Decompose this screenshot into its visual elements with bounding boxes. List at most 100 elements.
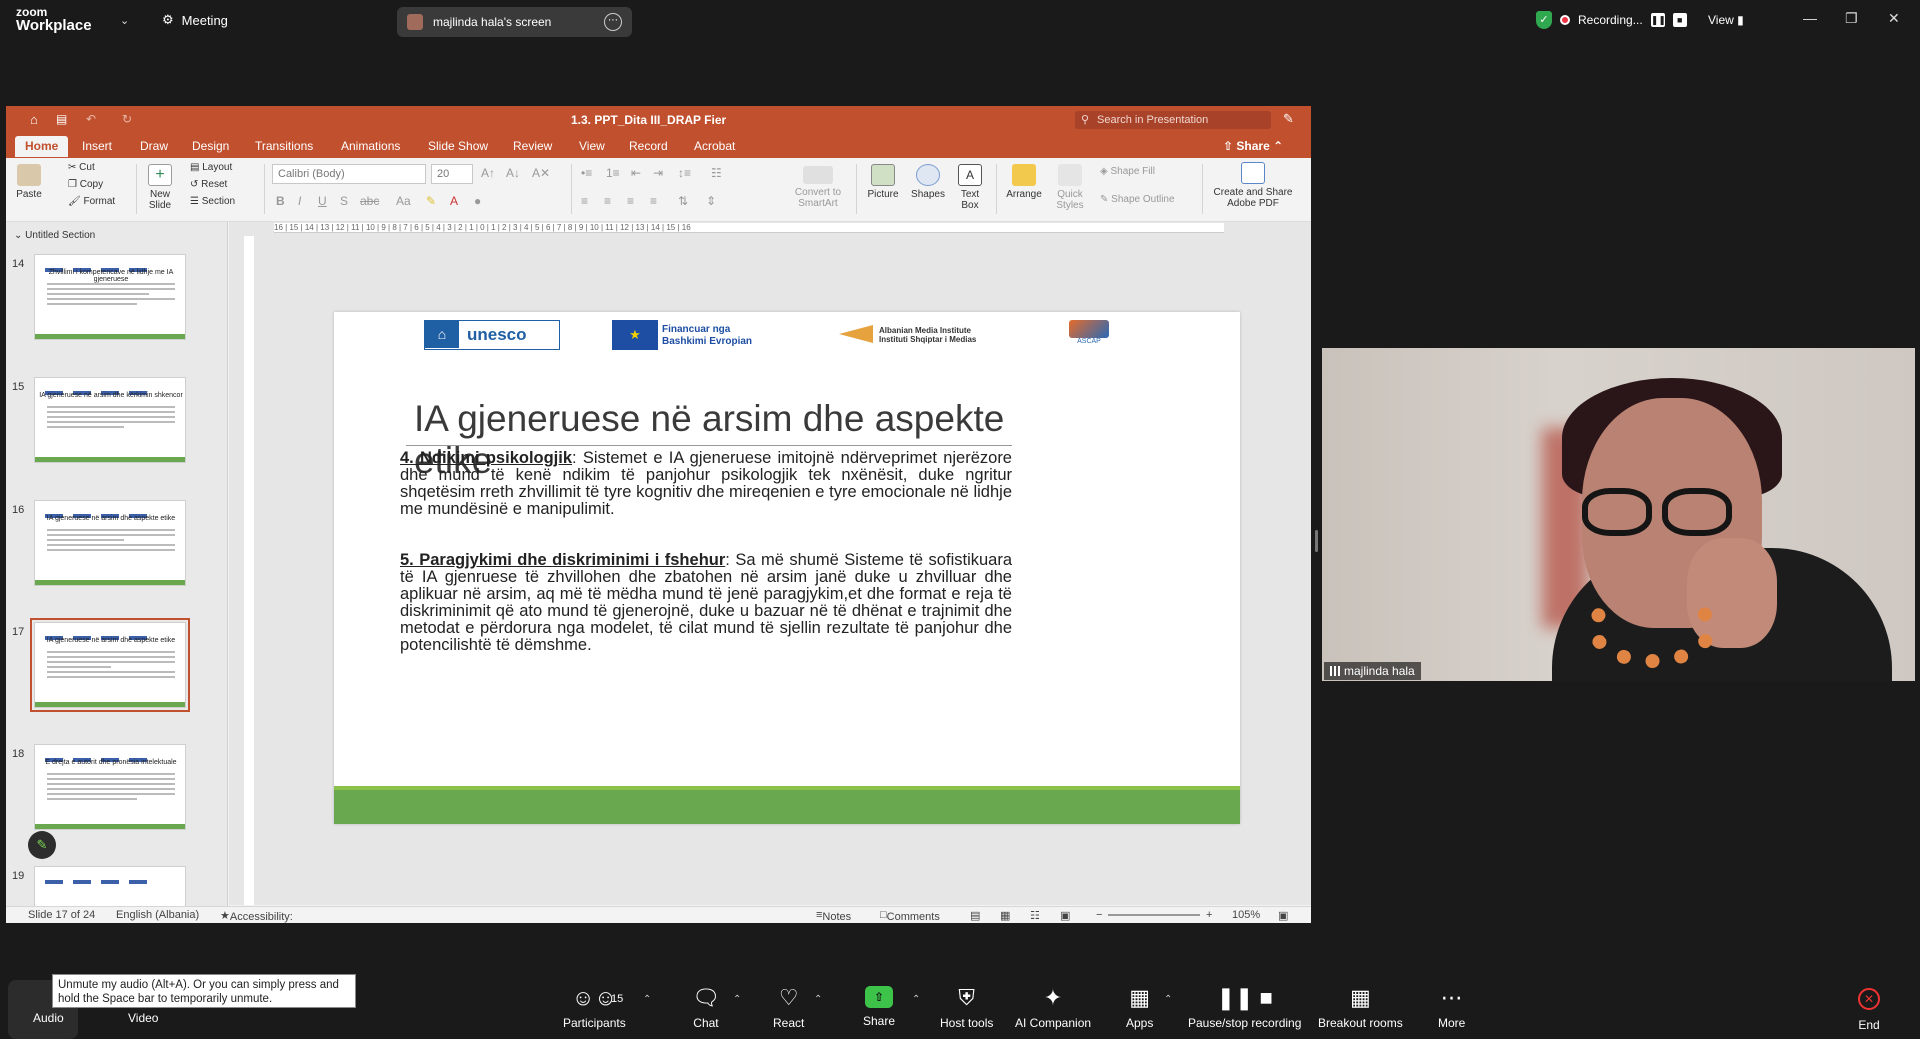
share-caret-icon[interactable]: ⌃ [912,994,920,1005]
undo-icon[interactable]: ↶ [86,112,96,126]
thumbnail-preview[interactable]: Zhvillimi i kompetencave në lidhje me IA… [34,254,186,340]
thumbnail-slide-14[interactable]: 14 Zhvillimi i kompetencave në lidhje me… [6,254,227,354]
tab-review[interactable]: Review [513,139,552,153]
normal-view-icon[interactable]: ▤ [970,909,980,922]
ppt-share-button[interactable]: ⇧ Share ⌃ [1223,139,1283,153]
italic-icon[interactable]: I [298,194,301,208]
create-share-pdf-button[interactable]: Create and Share Adobe PDF [1210,162,1296,209]
tab-view[interactable]: View [579,139,605,153]
strikethrough-icon[interactable]: abc [360,194,379,208]
slide-paragraph-4[interactable]: 4. Ndikimi psikologjik: Sistemet e IA gj… [400,450,1012,518]
fit-slide-icon[interactable]: ▣ [1278,909,1288,922]
participants-caret-icon[interactable]: ⌃ [643,994,651,1005]
layout-button[interactable]: ▤ Layout [190,162,232,173]
align-center-icon[interactable]: ≡ [604,194,611,208]
slide-sorter-icon[interactable]: ▦ [1000,909,1010,922]
copy-button[interactable]: ❐ Copy [68,179,103,190]
meeting-button[interactable]: ⚙ Meeting [162,12,228,28]
slide[interactable]: ⌂ unesco ★ Financuar nga Bashkimi Evropi… [334,312,1240,824]
end-meeting-button[interactable]: ✕ End [1858,986,1880,1032]
stop-icon[interactable]: ■ [1672,13,1687,27]
language-indicator[interactable]: English (Albania) [116,909,199,921]
bold-icon[interactable]: B [276,194,285,208]
audio-button[interactable]: Audio [33,1011,64,1025]
zoom-percentage[interactable]: 105% [1232,909,1260,921]
breakout-rooms-button[interactable]: ▦ Breakout rooms [1318,986,1403,1031]
align-left-icon[interactable]: ≡ [581,194,588,208]
tab-insert[interactable]: Insert [82,139,112,153]
picture-button[interactable]: Picture [864,164,902,200]
align-text-icon[interactable]: ⇕ [706,194,716,208]
more-button[interactable]: ⋯ More [1438,986,1465,1031]
reset-button[interactable]: ↺ Reset [190,179,227,190]
numbering-icon[interactable]: 1≡ [606,166,620,180]
quick-styles-button[interactable]: Quick Styles [1050,164,1090,211]
zoom-in-icon[interactable]: + [1206,909,1212,921]
save-icon[interactable]: ▤ [56,112,67,126]
tab-home[interactable]: Home [15,136,69,157]
format-painter-button[interactable]: 🖌 Format [68,196,115,207]
increase-indent-icon[interactable]: ⇥ [653,166,663,180]
reading-view-icon[interactable]: ☷ [1030,909,1040,922]
highlight-icon[interactable]: ✎ [426,194,436,208]
chevron-down-icon[interactable]: ⌄ [120,14,129,27]
host-tools-button[interactable]: ⛨ Host tools [940,986,993,1031]
shared-screen-pill[interactable]: majlinda hala's screen ⋯ [397,7,632,37]
view-button[interactable]: View ▮ [1708,13,1744,27]
arrange-button[interactable]: Arrange [1004,164,1044,200]
home-icon[interactable]: ⌂ [30,112,38,127]
decrease-font-icon[interactable]: A↓ [506,166,520,180]
video-button[interactable]: Video [128,1011,158,1025]
slide-canvas[interactable]: 16 | 15 | 14 | 13 | 12 | 11 | 10 | 9 | 8… [229,222,1311,905]
apps-button[interactable]: ▦ Apps [1126,986,1153,1031]
react-caret-icon[interactable]: ⌃ [814,994,822,1005]
font-name-select[interactable]: Calibri (Body) [272,164,426,184]
pause-icon[interactable]: ❚❚ [1650,13,1666,27]
tab-record[interactable]: Record [629,139,668,153]
slide-paragraph-5[interactable]: 5. Paragjykimi dhe diskriminimi i fshehu… [400,552,1012,654]
slide-thumbnails-pane[interactable]: ⌄ Untitled Section 14 Zhvillimi i kompet… [6,222,228,922]
notes-button[interactable]: ≡ Notes [816,909,851,923]
tab-slide-show[interactable]: Slide Show [428,139,488,153]
account-icon[interactable]: ✎ [1283,111,1294,127]
pause-recording-button[interactable]: ❚❚ ■ Pause/stop recording [1188,986,1301,1031]
underline-icon[interactable]: U [318,194,327,208]
slideshow-view-icon[interactable]: ▣ [1060,909,1070,922]
font-size-select[interactable]: 20 [431,164,473,184]
thumbnail-slide-17[interactable]: 17 IA gjeneruese në arsim dhe aspekte et… [6,618,227,722]
increase-font-icon[interactable]: A↑ [481,166,495,180]
restore-icon[interactable]: ❐ [1845,10,1858,27]
change-case-icon[interactable]: Aa [396,194,411,208]
effects-icon[interactable]: ● [474,194,481,208]
convert-smartart-button[interactable]: Convert to SmartArt [788,166,848,209]
ppt-search-input[interactable]: ⚲ Search in Presentation [1075,111,1271,129]
more-options-icon[interactable]: ⋯ [604,13,622,31]
comments-button[interactable]: □ Comments [880,909,940,923]
tab-transitions[interactable]: Transitions [255,139,313,153]
section-header[interactable]: ⌄ Untitled Section [14,230,95,241]
react-button[interactable]: ♡ React [773,986,804,1031]
thumbnail-preview[interactable]: E drejta e autorit dhe pronësia intelekt… [34,744,186,830]
chat-button[interactable]: 🗨 Chat [692,986,720,1031]
ai-companion-button[interactable]: ✦ AI Companion [1015,986,1091,1031]
columns-icon[interactable]: ☷ [711,166,722,180]
chat-caret-icon[interactable]: ⌃ [733,994,741,1005]
new-slide-button[interactable]: + New Slide [144,164,176,211]
decrease-indent-icon[interactable]: ⇤ [631,166,641,180]
tab-design[interactable]: Design [192,139,229,153]
line-spacing-icon[interactable]: ↕≡ [678,166,691,180]
tab-acrobat[interactable]: Acrobat [694,139,735,153]
clear-format-icon[interactable]: A✕ [532,166,550,180]
shadow-icon[interactable]: S [340,194,348,208]
participant-video-tile[interactable]: majlinda hala [1322,348,1915,681]
bullets-icon[interactable]: •≡ [581,166,592,180]
tab-animations[interactable]: Animations [341,139,400,153]
align-right-icon[interactable]: ≡ [627,194,634,208]
thumbnail-slide-15[interactable]: 15 IA gjeneruese në arsim dhe kërkimin s… [6,377,227,477]
share-screen-button[interactable]: ⇧ Share [863,986,895,1028]
thumbnail-preview[interactable]: IA gjeneruese në arsim dhe aspekte etike [34,500,186,586]
redo-icon[interactable]: ↻ [122,112,132,126]
close-icon[interactable]: ✕ [1888,10,1900,27]
shapes-button[interactable]: Shapes [908,164,948,200]
thumbnail-slide-16[interactable]: 16 IA gjeneruese në arsim dhe aspekte et… [6,500,227,600]
